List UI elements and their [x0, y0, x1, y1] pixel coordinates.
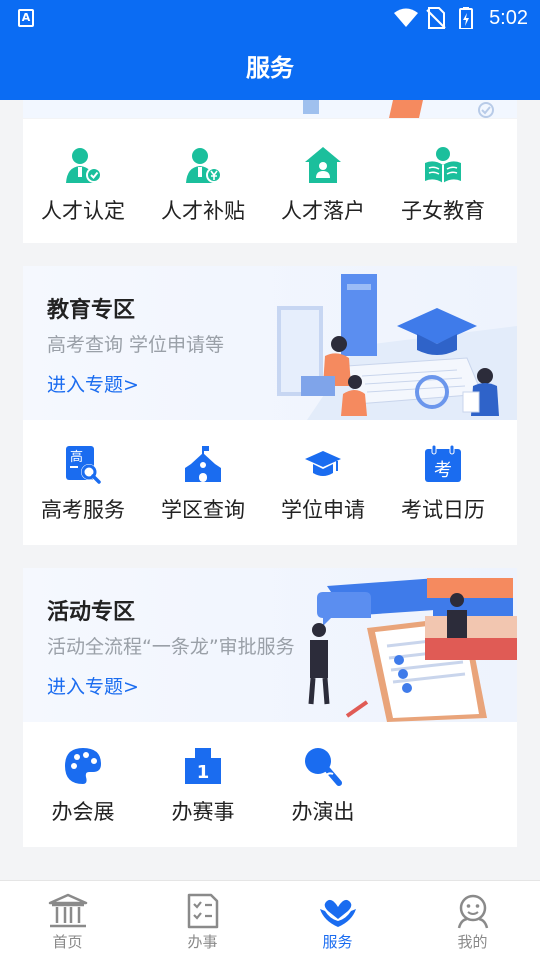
tab-home[interactable]: 首页	[0, 881, 135, 960]
activity-zone-card: 活动专区 活动全流程“一条龙”审批服务 进入专题> 办会展 1 办赛事 办演出	[23, 568, 517, 847]
status-bar: A 5:02	[0, 0, 540, 36]
calendar-glyph: 考	[434, 460, 452, 481]
child-reading-icon	[425, 147, 461, 183]
degree-apply-button[interactable]: 学位申请	[263, 444, 383, 524]
microphone-icon	[305, 748, 342, 786]
bottom-tab-bar: 首页 办事 服务 我的	[0, 880, 540, 960]
house-icon	[305, 147, 341, 183]
activity-title: 活动专区	[47, 600, 136, 625]
podium-icon: 1	[185, 748, 221, 784]
exam-calendar-button[interactable]: 考 考试日历	[383, 444, 503, 524]
education-zone-card: 教育专区 高考查询 学位申请等 进入专题> 高 高考服务 学区查询 学位申请 考…	[23, 266, 517, 545]
exhibition-button[interactable]: 办会展	[23, 746, 143, 826]
header: 服务	[0, 36, 540, 100]
child-education-label: 子女教育	[401, 199, 485, 223]
exhibition-label: 办会展	[51, 800, 115, 824]
checklist-icon	[187, 893, 218, 929]
status-time: 5:02	[489, 7, 528, 29]
tab-mine-label: 我的	[457, 933, 488, 951]
talent-subsidy-icon	[186, 148, 222, 183]
content-scroll[interactable]: 人才认定 人才补贴 人才落户 子女教育 教育专区 高考查询 学位申请等 进入专题…	[0, 100, 540, 880]
tab-services[interactable]: 服务	[270, 881, 405, 960]
talent-verify-label: 人才认定	[41, 199, 125, 223]
talent-settle-button[interactable]: 人才落户	[263, 145, 383, 225]
palette-icon	[65, 748, 101, 784]
user-icon	[457, 894, 488, 929]
performance-button[interactable]: 办演出	[263, 746, 383, 826]
exam-calendar-label: 考试日历	[401, 498, 485, 522]
child-education-button[interactable]: 子女教育	[383, 145, 503, 225]
school-district-button[interactable]: 学区查询	[143, 444, 263, 524]
battery-icon	[459, 7, 473, 29]
svg-text:高: 高	[70, 449, 83, 465]
talent-verify-icon	[66, 148, 102, 183]
activity-subtitle: 活动全流程“一条龙”审批服务	[47, 636, 295, 658]
talent-subsidy-label: 人才补贴	[161, 199, 245, 223]
exam-search-icon: 高	[66, 446, 101, 484]
school-district-label: 学区查询	[161, 498, 245, 522]
tab-mine[interactable]: 我的	[405, 881, 540, 960]
competition-button[interactable]: 1 办赛事	[143, 746, 263, 826]
education-subtitle: 高考查询 学位申请等	[47, 334, 225, 356]
degree-apply-label: 学位申请	[281, 498, 365, 522]
education-enter-link[interactable]: 进入专题>	[47, 370, 139, 397]
podium-glyph: 1	[197, 762, 210, 783]
tab-affairs-label: 办事	[187, 933, 218, 951]
talent-subsidy-button[interactable]: 人才补贴	[143, 145, 263, 225]
app-notification-icon: A	[18, 9, 34, 27]
education-banner[interactable]: 教育专区 高考查询 学位申请等 进入专题>	[23, 266, 517, 420]
no-sim-icon	[426, 7, 446, 29]
gaokao-service-button[interactable]: 高 高考服务	[23, 444, 143, 524]
heart-hand-icon	[319, 899, 356, 927]
tab-affairs[interactable]: 办事	[135, 881, 270, 960]
competition-label: 办赛事	[171, 800, 235, 824]
graduation-cap-icon	[305, 451, 341, 476]
wifi-icon	[394, 8, 418, 27]
page-title: 服务	[246, 54, 294, 82]
activity-enter-link[interactable]: 进入专题>	[47, 672, 139, 699]
activity-illustration	[308, 578, 517, 722]
education-illustration	[277, 274, 517, 420]
home-building-icon	[48, 893, 87, 928]
tab-services-label: 服务	[322, 933, 353, 951]
tab-home-label: 首页	[52, 933, 83, 951]
education-title: 教育专区	[47, 298, 136, 323]
performance-label: 办演出	[291, 800, 355, 824]
talent-services-card: 人才认定 人才补贴 人才落户 子女教育	[23, 119, 517, 243]
talent-verify-button[interactable]: 人才认定	[23, 145, 143, 225]
talent-settle-label: 人才落户	[281, 199, 365, 223]
gaokao-service-label: 高考服务	[41, 498, 125, 522]
activity-banner[interactable]: 活动专区 活动全流程“一条龙”审批服务 进入专题>	[23, 568, 517, 722]
partial-banner-illustration	[23, 100, 517, 118]
calendar-icon: 考	[425, 444, 461, 482]
school-icon	[185, 446, 221, 482]
